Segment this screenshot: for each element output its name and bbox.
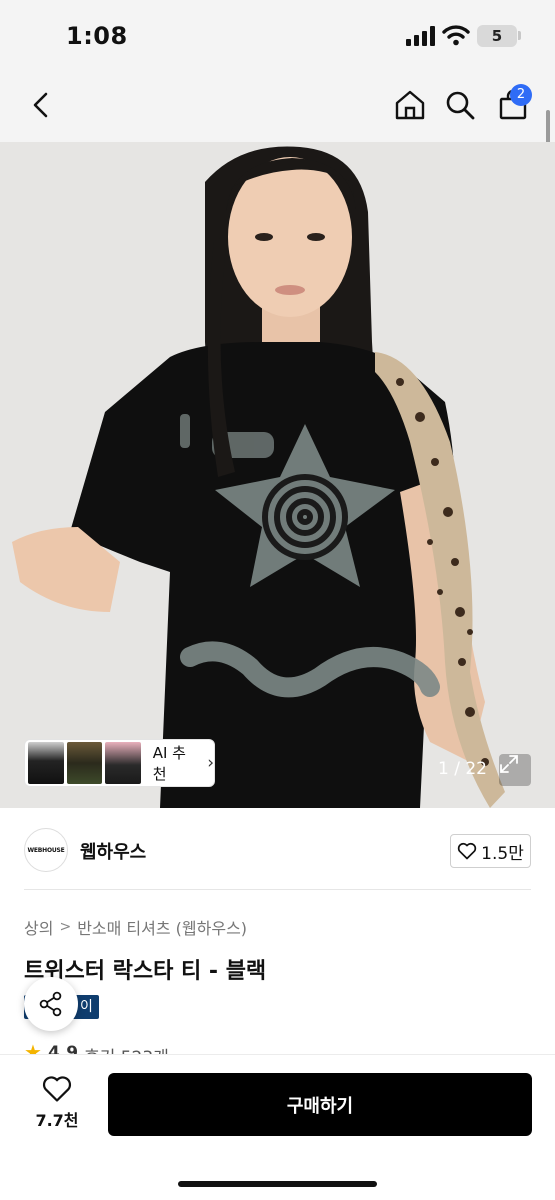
share-button[interactable] bbox=[24, 977, 78, 1031]
wishlist-button[interactable]: 7.7천 bbox=[28, 1075, 86, 1135]
ai-recommend-chip[interactable]: AI 추천 › bbox=[24, 739, 215, 787]
home-icon[interactable] bbox=[392, 86, 428, 124]
bottom-purchase-bar: 7.7천 구매하기 bbox=[0, 1054, 555, 1200]
share-icon bbox=[39, 991, 62, 1017]
chevron-right-icon: › bbox=[207, 753, 214, 773]
heart-icon bbox=[42, 1076, 72, 1102]
top-nav-bar: 2 bbox=[0, 70, 555, 142]
back-icon[interactable] bbox=[24, 86, 58, 124]
brand-row: WEBHOUSE 웹하우스 1.5만 bbox=[0, 822, 555, 888]
home-indicator bbox=[178, 1181, 377, 1187]
breadcrumb: 상의 > 반소매 티셔츠 (웹하우스) bbox=[24, 915, 247, 939]
heart-icon bbox=[457, 842, 477, 860]
product-image-gallery[interactable]: 1 / 22 bbox=[0, 142, 555, 808]
battery-cap bbox=[518, 31, 521, 40]
expand-icon bbox=[500, 755, 518, 773]
expand-image-button[interactable] bbox=[499, 754, 531, 786]
brand-logo[interactable]: WEBHOUSE bbox=[24, 828, 68, 872]
wifi-icon bbox=[442, 25, 470, 46]
gallery-page-counter: 1 / 22 bbox=[438, 759, 487, 779]
ai-thumbnail-3 bbox=[105, 742, 141, 784]
product-photo bbox=[0, 142, 555, 808]
signal-icon bbox=[406, 26, 435, 46]
brand-like-button[interactable]: 1.5만 bbox=[450, 834, 531, 868]
search-icon[interactable] bbox=[442, 86, 478, 124]
brand-name[interactable]: 웹하우스 bbox=[80, 838, 146, 864]
wishlist-count: 7.7천 bbox=[35, 1111, 79, 1130]
battery-indicator: 5 bbox=[477, 25, 517, 47]
breadcrumb-item-top[interactable]: 상의 bbox=[24, 915, 53, 939]
cart-count-badge: 2 bbox=[510, 84, 532, 106]
breadcrumb-item-category[interactable]: 반소매 티셔츠 (웹하우스) bbox=[77, 915, 247, 939]
ai-recommend-label: AI 추천 bbox=[152, 744, 186, 783]
divider bbox=[24, 889, 531, 890]
status-bar: 1:08 5 bbox=[0, 0, 555, 70]
status-time: 1:08 bbox=[66, 22, 128, 50]
brand-like-count: 1.5만 bbox=[481, 843, 524, 864]
chevron-right-icon: > bbox=[59, 919, 72, 935]
buy-button[interactable]: 구매하기 bbox=[108, 1073, 532, 1136]
ai-thumbnail-1 bbox=[28, 742, 64, 784]
ai-thumbnail-2 bbox=[66, 742, 103, 784]
